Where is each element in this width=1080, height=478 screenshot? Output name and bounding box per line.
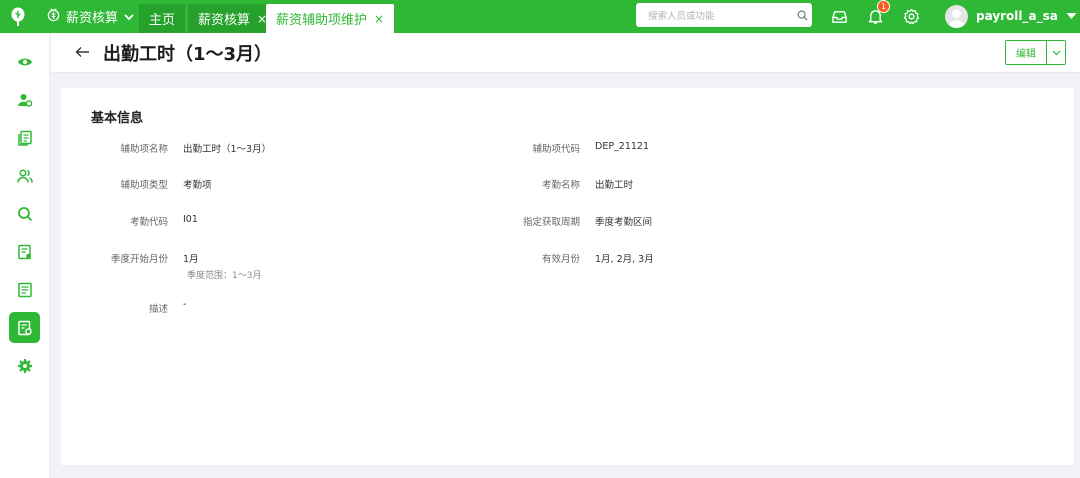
field-value-period: 季度考勤区间: [595, 217, 653, 228]
chevron-down-icon: [1052, 50, 1060, 55]
sidebar-item-search[interactable]: [9, 198, 40, 229]
avatar[interactable]: [945, 4, 968, 28]
module-name: 薪资核算: [66, 11, 119, 26]
edit-dropdown-button[interactable]: [1047, 41, 1065, 64]
field-value-type: 考勤项: [183, 180, 212, 191]
field-label-description: 描述: [148, 304, 168, 315]
users-icon: [16, 168, 33, 183]
caret-down-icon: [1066, 9, 1077, 23]
sidebar-item-list[interactable]: [9, 274, 40, 305]
sidebar-item-reports[interactable]: [9, 236, 40, 267]
list-icon: [17, 282, 32, 297]
inbox-icon[interactable]: [829, 6, 849, 26]
page-title: 出勤工时（1～3月）: [103, 44, 273, 65]
gear-icon[interactable]: [901, 6, 921, 26]
sidebar-item-users[interactable]: [9, 160, 40, 191]
user-menu[interactable]: payroll_a_sa: [945, 3, 1077, 29]
field-label-attendance-code: 考勤代码: [129, 217, 168, 228]
tab-label: 薪资辅助项维护: [276, 13, 368, 28]
chevron-down-icon: [123, 11, 135, 23]
module-icon: [46, 7, 61, 26]
basic-info-card: 基本信息 辅助项名称 出勤工时（1～3月） 辅助项类型 考勤项 考勤代码 I01…: [61, 88, 1074, 465]
page-header: 出勤工时（1～3月） 编辑: [51, 33, 1080, 73]
sidebar: [0, 33, 50, 478]
sidebar-item-personnel[interactable]: [9, 84, 40, 115]
user-gear-icon: [17, 93, 32, 107]
tab-label: 薪资核算: [198, 13, 251, 28]
field-value-name: 出勤工时（1～3月）: [183, 144, 272, 155]
edit-button[interactable]: 编辑: [1006, 41, 1047, 64]
sidebar-item-settings[interactable]: [9, 350, 40, 381]
gear-icon: [17, 358, 32, 373]
field-label-attendance-name: 考勤名称: [541, 180, 580, 191]
sidebar-item-documents[interactable]: [9, 122, 40, 153]
notification-badge: 1: [877, 0, 890, 13]
field-value-attendance-name: 出勤工时: [595, 180, 634, 191]
field-label-code: 辅助项代码: [532, 144, 580, 155]
field-value-quarter-start: 1月: [183, 254, 199, 265]
documents-icon: [17, 130, 32, 146]
field-value-description: -: [183, 299, 187, 310]
username: payroll_a_sa: [976, 9, 1058, 23]
close-icon[interactable]: ×: [374, 13, 384, 25]
field-label-valid-months: 有效月份: [541, 254, 580, 265]
edit-button-group: 编辑: [1005, 40, 1066, 65]
tab-home[interactable]: 主页: [139, 4, 186, 33]
search-box[interactable]: 搜索人员或功能: [636, 3, 812, 27]
quarter-range-hint: 季度范围：1～3月: [187, 271, 262, 281]
field-value-attendance-code: I01: [183, 214, 198, 225]
field-value-code: DEP_21121: [595, 141, 650, 152]
tab-label: 主页: [149, 13, 176, 28]
section-title: 基本信息: [91, 111, 144, 126]
calc-settings-icon: [17, 320, 32, 335]
field-label-period: 指定获取周期: [522, 217, 580, 228]
tab-payroll-aux-items[interactable]: 薪资辅助项维护 ×: [266, 4, 395, 33]
report-icon: [17, 244, 31, 259]
search-input[interactable]: 搜索人员或功能: [636, 8, 792, 22]
eye-icon: [17, 58, 32, 65]
field-value-valid-months: 1月, 2月, 3月: [595, 254, 654, 265]
sidebar-item-overview[interactable]: [9, 46, 40, 77]
field-label-name: 辅助项名称: [120, 144, 168, 155]
field-label-type: 辅助项类型: [120, 180, 168, 191]
back-arrow-icon[interactable]: [73, 43, 91, 61]
field-label-quarter-start: 季度开始月份: [110, 254, 168, 265]
tab-payroll-calc[interactable]: 薪资核算 ×: [188, 4, 278, 33]
top-bar: 薪资核算 主页 薪资核算 × 薪资辅助项维护 × 搜索人员或功能 1 payro…: [0, 0, 1080, 33]
sidebar-item-calc-settings[interactable]: [9, 312, 40, 343]
tree-logo-icon[interactable]: [0, 0, 36, 33]
module-switcher[interactable]: 薪资核算: [46, 0, 135, 33]
search-icon[interactable]: [792, 10, 812, 21]
search-icon: [17, 206, 32, 221]
